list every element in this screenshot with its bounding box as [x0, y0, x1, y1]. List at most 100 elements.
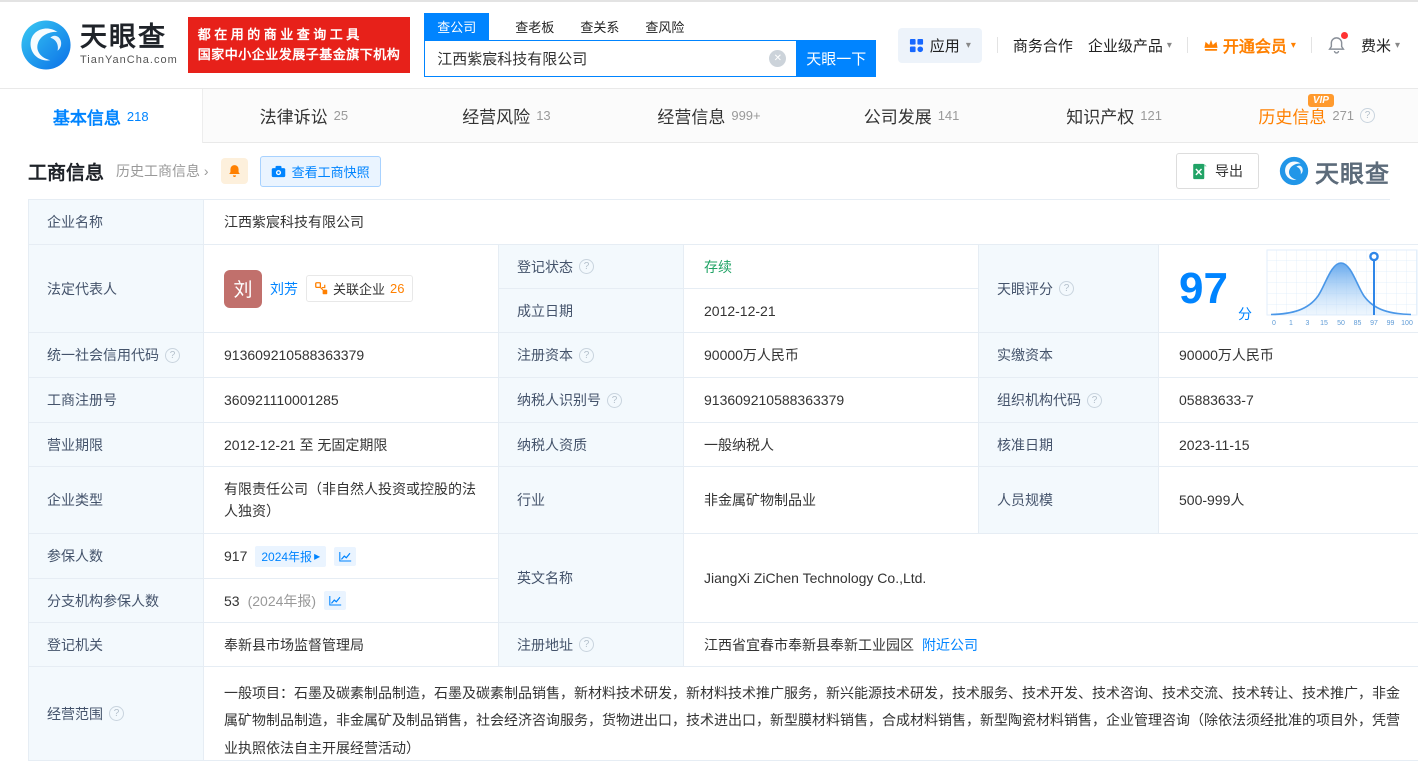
related-companies-label: 关联企业	[333, 282, 386, 297]
reg-number-label: 工商注册号	[29, 378, 204, 423]
search-input[interactable]	[424, 40, 797, 77]
search-tab-boss[interactable]: 查老板	[515, 13, 554, 40]
section-header-right: 导出 天眼查	[1176, 153, 1390, 189]
tab-company-development[interactable]: 公司发展 141	[810, 89, 1013, 142]
help-icon[interactable]: ?	[1087, 392, 1102, 408]
search-box: ✕ 天眼一下	[424, 40, 877, 77]
tab-legal-litigation[interactable]: 法律诉讼 25	[203, 89, 406, 142]
industry-value: 非金属矿物制品业	[684, 467, 979, 534]
search-button[interactable]: 天眼一下	[796, 40, 877, 77]
svg-text:3: 3	[1306, 320, 1310, 327]
company-tabbar: 基本信息 218 法律诉讼 25 经营风险 13 经营信息 999+ 公司发展 …	[0, 88, 1418, 143]
approval-date-value: 2023-11-15	[1159, 423, 1418, 467]
promo-line2: 国家中小企业发展子基金旗下机构	[197, 47, 401, 62]
legal-rep-avatar[interactable]: 刘	[224, 269, 262, 308]
business-scope-label-text: 经营范围	[47, 705, 103, 722]
taxpayer-id-label-text: 纳税人识别号	[517, 392, 601, 408]
watermark-logo: 天眼查	[1279, 154, 1390, 189]
related-companies-count: 26	[390, 281, 405, 296]
tianyancha-logo[interactable]: 天眼查 TianYanCha.com	[20, 19, 178, 71]
tianyancha-company-page: 天眼查 TianYanCha.com 都在用的商业查询工具 国家中小企业发展子基…	[0, 0, 1418, 780]
nav-business-coop-label: 商务合作	[1012, 37, 1073, 55]
nav-enterprise-products[interactable]: 企业级产品 ▾	[1088, 35, 1172, 56]
legal-rep-label: 法定代表人	[29, 245, 204, 333]
company-type-label: 企业类型	[29, 467, 204, 534]
org-code-label: 组织机构代码 ?	[979, 378, 1159, 423]
search-tab-risk[interactable]: 查风险	[645, 13, 684, 40]
branch-insured-value: 53	[224, 592, 240, 609]
related-companies-badge[interactable]: 关联企业 26	[306, 275, 414, 302]
svg-text:50: 50	[1337, 320, 1345, 327]
nav-divider	[1186, 37, 1188, 53]
trend-chart-icon	[328, 596, 341, 606]
tab-history-info[interactable]: VIP 历史信息 271 ?	[1215, 89, 1418, 142]
svg-text:85: 85	[1354, 320, 1362, 327]
nearby-companies-link[interactable]: 附近公司	[922, 635, 978, 655]
tab-count: 218	[126, 108, 149, 124]
nav-divider	[996, 37, 998, 53]
search-tab-company[interactable]: 查公司	[424, 13, 490, 40]
snapshot-button-label: 查看工商快照	[291, 164, 370, 180]
help-icon[interactable]: ?	[607, 392, 622, 408]
logo-domain-text: TianYanCha.com	[80, 54, 178, 66]
tab-count: 999+	[731, 108, 761, 123]
english-name-value: JiangXi ZiChen Technology Co.,Ltd.	[684, 534, 1418, 623]
company-name-value: 江西紫宸科技有限公司	[204, 200, 1418, 245]
camera-icon	[271, 165, 285, 177]
nav-open-vip[interactable]: 开通会员 ▾	[1203, 33, 1296, 57]
top-right-nav: 应用 ▾ 商务合作 企业级产品 ▾ 开通会员 ▾ 费米 ▾	[897, 27, 1400, 63]
annual-report-label: 2024年报	[261, 549, 313, 564]
nav-user-account[interactable]: 费米 ▾	[1361, 35, 1400, 56]
notifications-bell[interactable]	[1327, 32, 1348, 55]
monitor-bell-button[interactable]	[220, 158, 248, 184]
snapshot-button[interactable]: 查看工商快照	[259, 155, 381, 187]
insured-count-value: 917	[224, 548, 248, 564]
chevron-down-icon: ▾	[1290, 39, 1296, 51]
help-icon[interactable]: ?	[579, 637, 594, 652]
history-business-info-link[interactable]: 历史工商信息 ›	[116, 161, 209, 181]
history-link-label: 历史工商信息	[116, 163, 201, 179]
search-tab-relation[interactable]: 查关系	[580, 13, 619, 40]
branch-insured-trend-button[interactable]	[324, 591, 347, 610]
promo-line1: 都在用的商业查询工具	[197, 26, 363, 42]
chevron-down-icon: ▾	[965, 39, 971, 51]
export-button[interactable]: 导出	[1176, 153, 1259, 189]
help-icon[interactable]: ?	[579, 347, 594, 363]
credit-code-label-text: 统一社会信用代码	[47, 347, 159, 363]
staff-size-label: 人员规模	[979, 467, 1159, 534]
tab-label: 法律诉讼	[259, 108, 328, 127]
paid-capital-value: 90000万人民币	[1159, 333, 1418, 378]
tab-operation-info[interactable]: 经营信息 999+	[608, 89, 811, 142]
top-header: 天眼查 TianYanCha.com 都在用的商业查询工具 国家中小企业发展子基…	[0, 2, 1418, 88]
help-icon[interactable]: ?	[1059, 281, 1074, 296]
annual-report-tag[interactable]: 2024年报 ▸	[255, 545, 327, 567]
org-code-value: 05883633-7	[1159, 378, 1418, 423]
status-badge: 存续	[704, 258, 732, 275]
reg-address-label-text: 注册地址	[517, 636, 573, 653]
score-value: 97	[1179, 263, 1228, 313]
tab-basic-info[interactable]: 基本信息 218	[0, 89, 203, 143]
tab-count: 141	[937, 108, 960, 123]
tab-count: 13	[536, 108, 551, 123]
help-icon[interactable]: ?	[165, 347, 180, 363]
reg-status-label: 登记状态 ?	[499, 245, 684, 289]
help-icon[interactable]: ?	[1360, 108, 1376, 123]
tab-label: 知识产权	[1066, 108, 1135, 127]
insured-trend-button[interactable]	[334, 546, 357, 566]
tab-intellectual-property[interactable]: 知识产权 121	[1013, 89, 1216, 142]
chevron-down-icon: ▾	[1166, 39, 1172, 51]
legal-rep-name-link[interactable]: 刘芳	[270, 279, 298, 299]
svg-text:99: 99	[1387, 320, 1395, 327]
nav-business-coop[interactable]: 商务合作	[1013, 35, 1073, 56]
help-icon[interactable]: ?	[579, 259, 594, 274]
search-area: 查公司 查老板 查关系 查风险 ✕ 天眼一下	[424, 13, 877, 77]
business-term-value: 2012-12-21 至 无固定期限	[204, 423, 499, 467]
staff-size-value: 500-999人	[1159, 467, 1418, 534]
score-unit: 分	[1237, 306, 1252, 322]
apps-menu[interactable]: 应用 ▾	[897, 27, 982, 63]
score-cell: 97 分 0 1 3 15 50 85 97 99 100	[1159, 245, 1418, 333]
help-icon[interactable]: ?	[109, 706, 124, 721]
watermark-text: 天眼查	[1315, 160, 1390, 188]
related-company-icon	[315, 282, 328, 295]
tab-operation-risk[interactable]: 经营风险 13	[405, 89, 608, 142]
